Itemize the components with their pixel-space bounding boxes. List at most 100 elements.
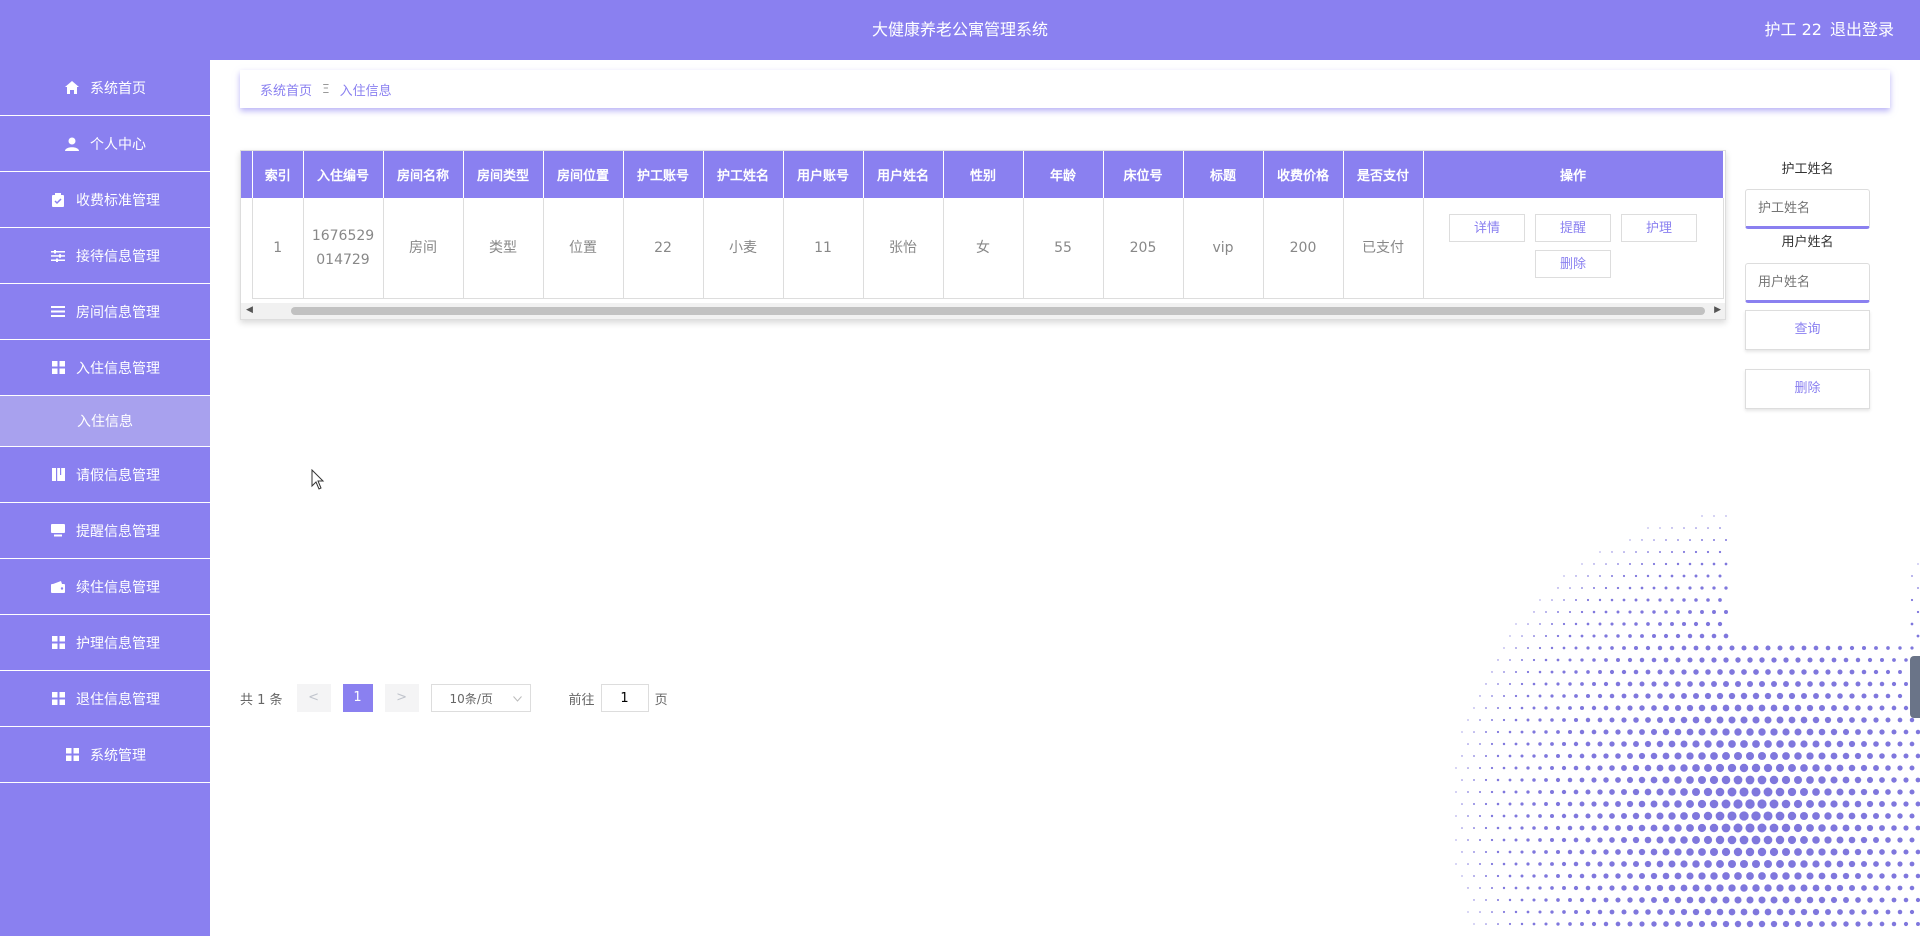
remind-button[interactable]: 提醒 [1535,214,1611,242]
top-bar: 大健康养老公寓管理系统 护工 22 退出登录 [0,0,1920,60]
checkin-no-line2: 014729 [316,252,370,268]
page-number-button[interactable]: 1 [342,684,373,712]
sidebar-subitem-checkin-info[interactable]: 入住信息 [0,396,210,447]
cell-gender: 女 [943,198,1024,299]
cell-room-location: 位置 [543,198,624,299]
table-header-row: 索引 入住编号 房间名称 房间类型 房间位置 护工账号 护工姓名 用户账号 用户… [253,151,1724,198]
scroll-right-icon[interactable]: ▶ [1714,305,1721,315]
sidebar-item-label: 入住信息管理 [76,360,160,377]
sidebar-item-label: 请假信息管理 [76,467,160,484]
cell-actions: 详情 提醒 护理 删除 [1423,198,1724,299]
sidebar-item-system[interactable]: 系统管理 [0,727,210,783]
sidebar-item-nursing[interactable]: 护理信息管理 [0,615,210,671]
column-header: 用户账号 [783,151,864,198]
sidebar-item-checkout[interactable]: 退住信息管理 [0,671,210,727]
column-header: 护工账号 [623,151,704,198]
column-header: 收费价格 [1263,151,1344,198]
data-table: 索引 入住编号 房间名称 房间类型 房间位置 护工账号 护工姓名 用户账号 用户… [240,150,1726,320]
mouse-cursor-icon [311,469,325,490]
logout-link[interactable]: 退出登录 [1830,20,1894,39]
next-page-button[interactable]: > [384,684,419,712]
sidebar-item-label: 接待信息管理 [76,248,160,265]
column-header: 索引 [253,151,304,198]
column-header: 操作 [1423,151,1724,198]
user-name-label: 用户姓名 [1781,235,1834,250]
column-header: 用户姓名 [863,151,944,198]
column-header: 房间名称 [383,151,464,198]
sidebar-item-reminders[interactable]: 提醒信息管理 [0,503,210,559]
sidebar: 系统首页 个人中心 收费标准管理 接待信息管理 房间信息管理 入住信息管理 入住… [0,60,210,936]
sidebar-item-leave[interactable]: 请假信息管理 [0,447,210,503]
book-icon [50,468,66,482]
goto-label: 前往 [568,692,595,708]
home-icon [64,81,80,95]
user-label: 护工 22 [1764,20,1822,39]
chevron-down-icon [512,691,522,705]
cell-index: 1 [253,198,304,299]
grid-icon [50,636,66,650]
column-header: 标题 [1183,151,1264,198]
side-handle[interactable] [1910,656,1920,718]
user-icon [64,137,80,151]
cell-bed-no: 205 [1103,198,1184,299]
sidebar-item-reception[interactable]: 接待信息管理 [0,228,210,284]
table-row: 1 1676529 014729 房间 类型 位置 22 小麦 11 张怡 女 5… [253,198,1724,299]
clipboard-icon [50,192,66,207]
cell-room-type: 类型 [463,198,544,299]
column-header: 是否支付 [1343,151,1424,198]
cell-price: 200 [1263,198,1344,299]
user-name-input[interactable] [1745,263,1870,303]
sidebar-item-label: 退住信息管理 [76,691,160,708]
cell-nurse-account: 22 [623,198,704,299]
cell-nurse-name: 小麦 [703,198,784,299]
cell-checkin-no: 1676529 014729 [303,198,384,299]
cell-room-name: 房间 [383,198,464,299]
goto-suffix: 页 [654,692,668,708]
grid-icon [50,361,66,375]
sidebar-item-profile[interactable]: 个人中心 [0,116,210,172]
horizontal-scrollbar[interactable]: ◀ ▶ [241,303,1725,319]
column-header: 入住编号 [303,151,384,198]
prev-page-button[interactable]: < [296,684,331,712]
sidebar-item-renewal[interactable]: 续住信息管理 [0,559,210,615]
scrollbar-thumb[interactable] [291,307,1705,315]
goto-page-input[interactable] [600,684,649,712]
sliders-icon [50,249,66,263]
breadcrumb-current: 入住信息 [339,83,392,99]
sidebar-item-home[interactable]: 系统首页 [0,60,210,116]
sidebar-item-label: 续住信息管理 [76,579,160,596]
pagination-total: 共 1 条 [240,692,283,708]
cell-title: vip [1183,198,1264,299]
table-selection-column [241,151,253,299]
cell-user-name: 张怡 [863,198,944,299]
scroll-left-icon[interactable]: ◀ [246,305,253,315]
breadcrumb-home[interactable]: 系统首页 [260,80,312,99]
delete-row-button[interactable]: 删除 [1535,250,1611,278]
sidebar-item-fees[interactable]: 收费标准管理 [0,172,210,228]
cell-age: 55 [1023,198,1104,299]
sidebar-item-label: 提醒信息管理 [76,523,160,540]
delete-button[interactable]: 删除 [1745,369,1870,409]
search-button[interactable]: 查询 [1745,310,1870,350]
column-header: 床位号 [1103,151,1184,198]
column-header: 房间位置 [543,151,624,198]
sidebar-item-checkin[interactable]: 入住信息管理 [0,340,210,396]
nurse-name-input[interactable] [1745,189,1870,229]
checkin-no-line1: 1676529 [311,228,375,244]
sidebar-item-label: 系统管理 [90,747,146,764]
sidebar-item-label: 系统首页 [90,80,146,97]
sidebar-item-rooms[interactable]: 房间信息管理 [0,284,210,340]
page-size-value: 10条/页 [449,691,493,706]
checkin-table: 索引 入住编号 房间名称 房间类型 房间位置 护工账号 护工姓名 用户账号 用户… [253,151,1724,299]
page-size-select[interactable]: 10条/页 [430,684,531,712]
user-area: 护工 22 退出登录 [1757,0,1894,60]
nurse-name-label: 护工姓名 [1781,162,1834,177]
cell-user-account: 11 [783,198,864,299]
filter-panel: 护工姓名 用户姓名 查询 删除 [1745,160,1870,409]
sidebar-item-label: 房间信息管理 [76,304,160,321]
detail-button[interactable]: 详情 [1449,214,1525,242]
care-button[interactable]: 护理 [1621,214,1697,242]
column-header: 年龄 [1023,151,1104,198]
sidebar-item-label: 护理信息管理 [76,635,160,652]
breadcrumb-separator: Ξ [322,82,330,96]
